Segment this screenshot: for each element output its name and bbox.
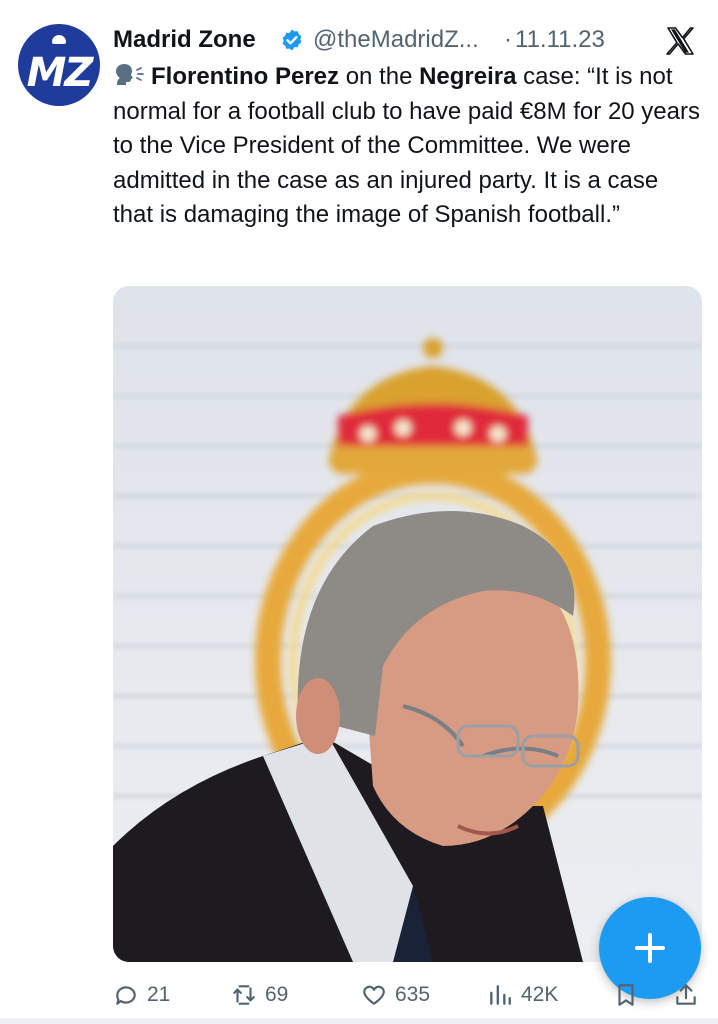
repost-count: 69 [265,983,289,1006]
tweet-date[interactable]: 11.11.23 [515,26,605,54]
author-name[interactable]: Madrid Zone [113,26,256,54]
repost-button[interactable]: 69 [231,978,288,1012]
verified-badge-icon [282,29,302,51]
plus-icon-vertical [648,933,652,963]
avatar[interactable]: MZ [18,24,100,106]
bookmark-icon [618,984,634,1006]
divider [0,1018,718,1024]
tweet-header: Madrid Zone @theMadridZ... · 11.11.23 [113,24,718,60]
views-icon [490,985,511,1005]
bookmark-button[interactable] [613,978,647,1012]
views-button[interactable]: 42K [487,978,558,1012]
tweet-actions: 21 69 635 42K [113,978,718,1012]
reply-button[interactable]: 21 [113,978,170,1012]
views-count: 42K [521,983,559,1006]
crown-icon [52,35,66,44]
like-button[interactable]: 635 [361,978,430,1012]
speaking-head-icon [116,64,144,85]
reply-icon [116,986,136,1005]
share-button[interactable] [673,978,707,1012]
photo-image [113,286,702,962]
text-segment: on the [339,63,420,90]
separator-dot: · [504,26,512,53]
like-count: 635 [395,983,431,1006]
author-handle[interactable]: @theMadridZ... [313,26,479,54]
heart-icon [363,985,385,1005]
tweet-photo[interactable] [113,286,702,962]
person-name[interactable]: Florentino Perez [151,63,339,90]
share-icon [676,984,696,1005]
tweet-text: Florentino Perez on the Negreira case: “… [113,60,703,233]
x-logo-icon [666,27,694,55]
avatar-monogram: MZ [26,50,94,96]
repost-icon [233,985,255,1005]
topic-name[interactable]: Negreira [419,63,516,90]
reply-count: 21 [147,983,171,1006]
